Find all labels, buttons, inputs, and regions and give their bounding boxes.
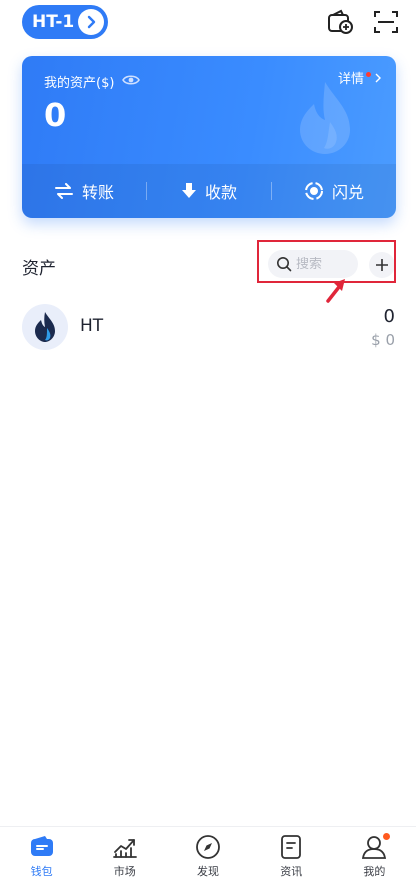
ht-flame-icon (22, 304, 68, 350)
receive-label: 收款 (204, 183, 237, 202)
asset-title-label: 我的资产($) (44, 76, 115, 91)
transfer-label: 转账 (81, 183, 114, 202)
card-actions: 转账 收款 闪兑 (22, 164, 396, 218)
nav-item-profile[interactable]: 我的 (333, 827, 416, 881)
asset-total: 0 (44, 96, 67, 134)
nav-item-wallet[interactable]: 钱包 (0, 827, 83, 881)
add-wallet-icon[interactable] (326, 8, 354, 36)
compass-icon (194, 833, 222, 861)
market-icon (111, 833, 139, 861)
nav-label-wallet: 钱包 (30, 865, 53, 878)
token-row[interactable]: HT 0 $ 0 (0, 300, 416, 356)
nav-label-market: 市场 (113, 865, 136, 878)
token-amount: 0 (383, 306, 395, 327)
swap-label: 闪兑 (331, 183, 364, 202)
notification-dot (366, 72, 371, 77)
detail-label: 详情 (337, 72, 364, 87)
swap-icon (304, 182, 323, 200)
nav-label-profile: 我的 (363, 865, 386, 878)
transfer-icon (54, 183, 73, 199)
chevron-right-icon (375, 73, 381, 82)
scan-icon[interactable] (372, 8, 400, 36)
detail-link[interactable]: 详情 (338, 68, 382, 87)
eye-icon[interactable] (122, 74, 141, 90)
ht-watermark-icon (300, 82, 350, 154)
nav-label-discover: 发现 (197, 865, 219, 878)
nav-item-market[interactable]: 市场 (83, 827, 166, 881)
swap-button[interactable]: 闪兑 (272, 179, 396, 203)
network-label: HT-1 (32, 12, 75, 32)
token-value: $ 0 (371, 331, 395, 349)
transfer-button[interactable]: 转账 (22, 179, 146, 203)
news-icon (277, 833, 305, 861)
network-selector[interactable]: HT-1 (22, 5, 108, 39)
assets-title: 资产 (22, 259, 56, 279)
notification-dot (383, 833, 391, 840)
receive-button[interactable]: 收款 (147, 179, 271, 203)
token-symbol: HT (80, 316, 104, 336)
wallet-icon (28, 833, 56, 861)
receive-icon (181, 183, 196, 198)
nav-item-news[interactable]: 资讯 (250, 827, 333, 881)
bottom-nav: 钱包 市场 发现 资讯 我的 (0, 826, 416, 881)
nav-label-news: 资讯 (280, 865, 303, 878)
nav-item-discover[interactable]: 发现 (166, 827, 249, 881)
asset-title: 我的资产($) (44, 72, 141, 91)
asset-card: 我的资产($) 0 详情 转账 收款 闪兑 (22, 56, 396, 218)
chevron-right-icon (78, 9, 104, 35)
